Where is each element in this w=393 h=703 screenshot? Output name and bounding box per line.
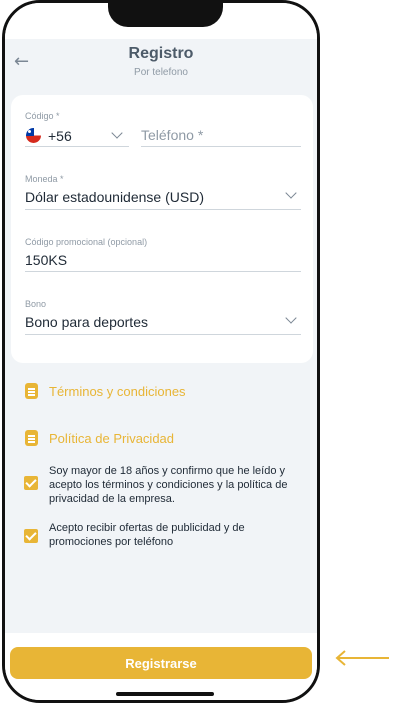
phone-underline [141,146,301,147]
bottom-bar: Registrarse [5,633,317,700]
phone-input[interactable]: Teléfono * [141,127,203,143]
arrow-left-icon [335,650,389,666]
privacy-link[interactable]: Política de Privacidad [25,429,174,447]
register-button[interactable]: Registrarse [10,647,312,679]
code-underline [25,146,129,147]
promo-code-input[interactable]: 150KS [25,252,67,268]
currency-value: Dólar estadounidense (USD) [25,189,204,205]
registration-form-card: Código * +56 Teléfono * Moneda * Dólar e… [11,95,313,363]
promo-underline [25,271,301,272]
chile-flag-icon [26,128,41,143]
promo-label: Código promocional (opcional) [25,237,148,247]
header: ← Registro Por telefono [5,39,317,87]
bonus-value: Bono para deportes [25,314,148,330]
age-consent-row: Soy mayor de 18 años y confirmo que he l… [24,464,306,506]
page-title: Registro [128,45,194,62]
currency-select[interactable]: Dólar estadounidense (USD) [25,187,301,209]
bonus-underline [25,334,301,335]
bonus-label: Bono [25,299,47,309]
country-code-value: +56 [48,128,72,144]
chevron-down-icon [285,312,297,324]
country-code-select[interactable]: +56 [25,125,129,147]
page-subtitle: Por telefono [134,67,188,78]
document-icon [25,430,38,446]
offers-consent-row: Acepto recibir ofertas de publicidad y d… [24,521,306,549]
phone-frame: ← Registro Por telefono Código * +56 Tel… [2,0,320,703]
document-icon [25,383,38,399]
currency-label: Moneda * [25,174,64,184]
bonus-select[interactable]: Bono para deportes [25,312,301,334]
age-consent-text: Soy mayor de 18 años y confirmo que he l… [49,465,288,505]
home-indicator [116,692,214,696]
terms-label: Términos y condiciones [49,383,186,399]
age-consent-checkbox[interactable] [24,476,38,490]
phone-notch [108,3,223,27]
chevron-down-icon [285,187,297,199]
code-label: Código * [25,111,60,121]
offers-consent-checkbox[interactable] [24,529,38,543]
offers-consent-text: Acepto recibir ofertas de publicidad y d… [49,522,245,548]
terms-link[interactable]: Términos y condiciones [25,382,186,400]
chevron-down-icon [111,127,123,139]
currency-underline [25,209,301,210]
privacy-label: Política de Privacidad [49,430,175,446]
